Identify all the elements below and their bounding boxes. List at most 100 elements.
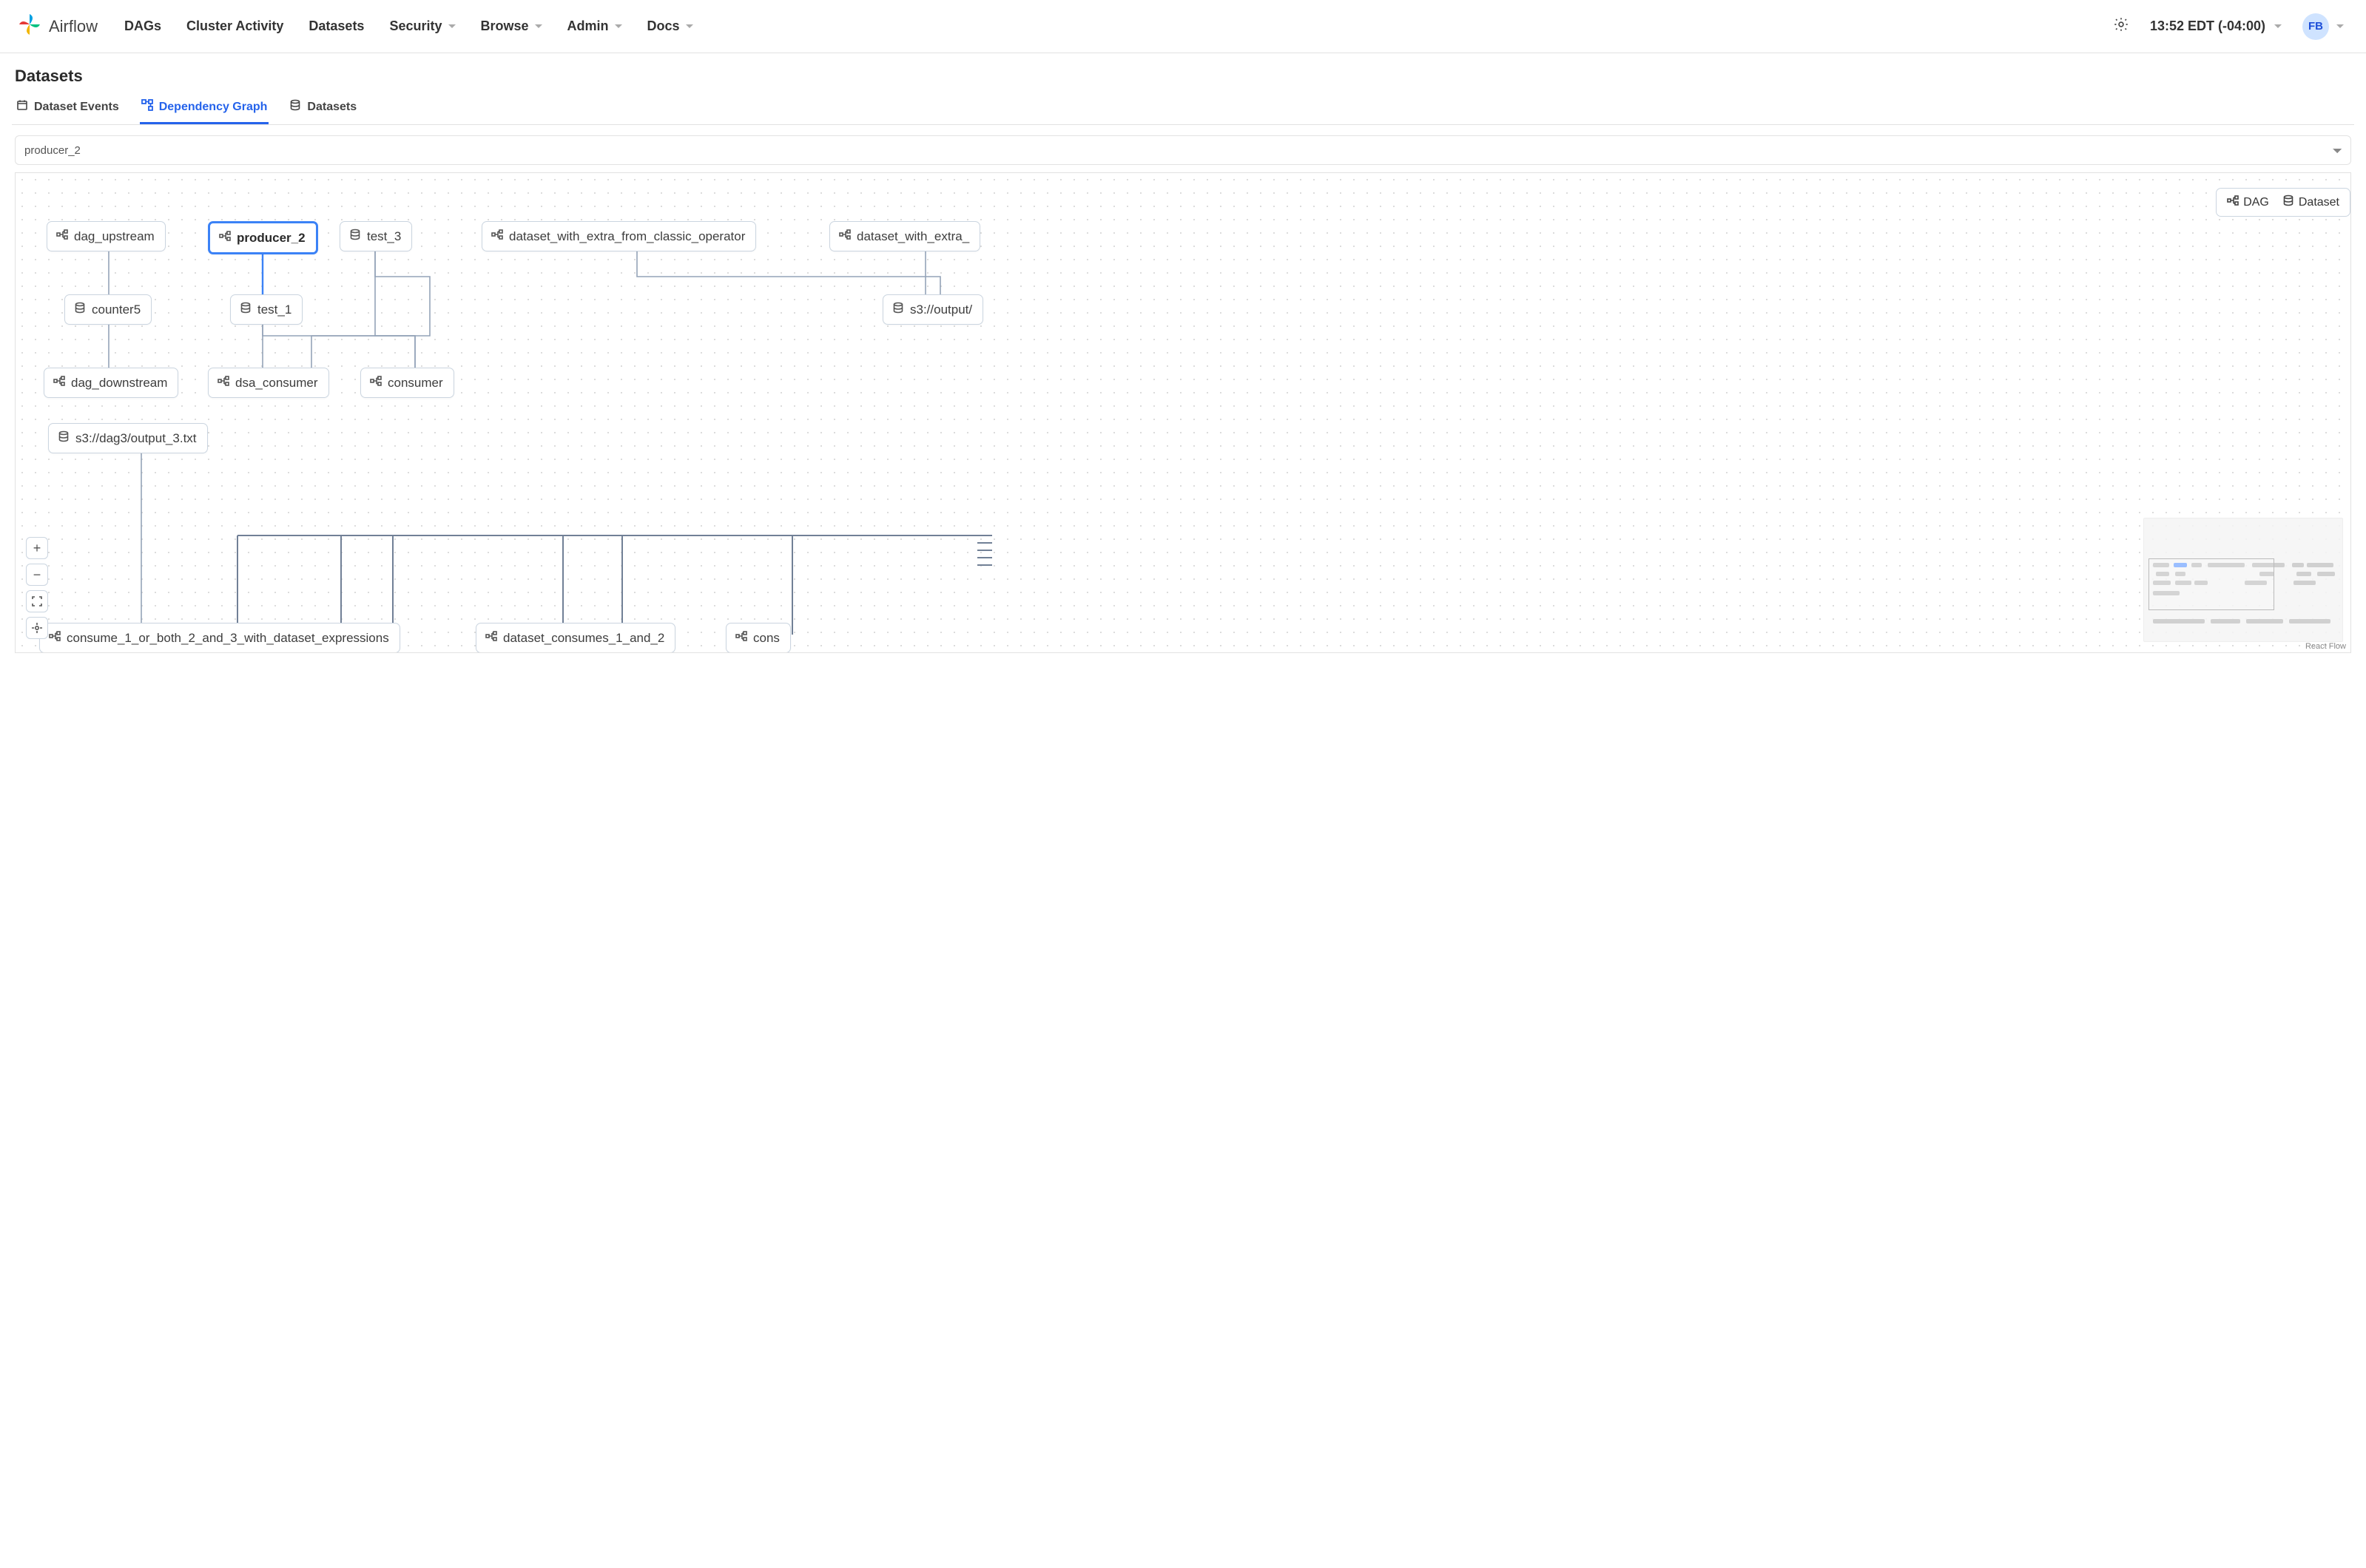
dag-icon	[735, 630, 747, 646]
tab-label: Datasets	[307, 101, 357, 114]
airflow-pinwheel-icon	[18, 13, 41, 40]
dag-icon	[219, 230, 231, 246]
node-s3_output[interactable]: s3://output/	[883, 294, 983, 325]
nav-right: 13:52 EDT (-04:00) FB	[2113, 13, 2344, 40]
node-label: dataset_consumes_1_and_2	[503, 631, 664, 646]
nav-item-docs[interactable]: Docs	[647, 18, 693, 34]
page-title: Datasets	[15, 67, 2354, 86]
nav-item-security[interactable]: Security	[389, 18, 455, 34]
db-icon	[2282, 195, 2294, 210]
brand[interactable]: Airflow	[18, 13, 98, 40]
node-consume_expr[interactable]: consume_1_or_both_2_and_3_with_dataset_e…	[39, 623, 400, 653]
gear-icon[interactable]	[2113, 16, 2129, 36]
node-label: s3://output/	[910, 303, 972, 317]
tab-dependency-graph[interactable]: Dependency Graph	[140, 93, 269, 124]
tabs: Dataset Events Dependency Graph Datasets	[12, 93, 2354, 125]
node-s3_dag3[interactable]: s3://dag3/output_3.txt	[48, 423, 208, 453]
user-avatar: FB	[2302, 13, 2329, 40]
node-label: s3://dag3/output_3.txt	[75, 431, 197, 446]
dag-icon	[49, 630, 61, 646]
dag-icon	[485, 630, 497, 646]
chevron-down-icon	[615, 24, 622, 28]
reactflow-attribution: React Flow	[2305, 642, 2346, 651]
legend-dag-label: DAG	[2243, 196, 2269, 209]
node-dag_downstream[interactable]: dag_downstream	[44, 368, 178, 398]
tab-label: Dataset Events	[34, 101, 119, 114]
chevron-down-icon	[2336, 24, 2344, 28]
legend-dag: DAG	[2227, 195, 2269, 210]
nav-item-label: Browse	[481, 18, 529, 34]
legend: DAG Dataset	[2216, 188, 2350, 217]
timezone-label: 13:52 EDT (-04:00)	[2150, 18, 2265, 34]
nav-item-label: Docs	[647, 18, 680, 34]
node-consumes_12[interactable]: dataset_consumes_1_and_2	[476, 623, 675, 653]
db-icon	[892, 302, 904, 317]
node-label: consumer	[388, 376, 443, 391]
nav-item-label: Datasets	[309, 18, 364, 34]
chevron-down-icon	[535, 24, 542, 28]
graph-canvas[interactable]: DAG Dataset dag_upstream producer_2 test…	[15, 172, 2351, 653]
nav-item-label: Admin	[567, 18, 609, 34]
dag-icon	[491, 229, 503, 244]
node-label: consume_1_or_both_2_and_3_with_dataset_e…	[67, 631, 389, 646]
node-label: test_3	[367, 229, 401, 244]
nav-item-label: DAGs	[124, 18, 161, 34]
node-label: counter5	[92, 303, 141, 317]
nav-item-admin[interactable]: Admin	[567, 18, 622, 34]
navbar: Airflow DAGs Cluster Activity Datasets Secu…	[0, 0, 2366, 53]
tab-datasets[interactable]: Datasets	[288, 93, 358, 124]
nav-item-dags[interactable]: DAGs	[124, 18, 161, 34]
nav-item-cluster-activity[interactable]: Cluster Activity	[186, 18, 283, 34]
dag-icon	[370, 375, 382, 391]
nav-item-browse[interactable]: Browse	[481, 18, 542, 34]
nav-item-label: Security	[389, 18, 442, 34]
brand-name: Airflow	[49, 17, 98, 36]
db-icon	[349, 229, 361, 244]
node-label: dataset_with_extra_	[857, 229, 969, 244]
db-icon	[240, 302, 252, 317]
tab-dataset-events[interactable]: Dataset Events	[15, 93, 121, 124]
timezone-selector[interactable]: 13:52 EDT (-04:00)	[2150, 18, 2282, 34]
nav-item-label: Cluster Activity	[186, 18, 283, 34]
legend-dataset-label: Dataset	[2299, 196, 2339, 209]
center-button[interactable]	[26, 617, 48, 639]
node-producer_2[interactable]: producer_2	[208, 221, 318, 254]
node-label: dag_downstream	[71, 376, 167, 391]
node-counter5[interactable]: counter5	[64, 294, 152, 325]
dag-icon	[2227, 195, 2239, 210]
node-dataset_classic[interactable]: dataset_with_extra_from_classic_operator	[482, 221, 756, 251]
zoom-in-button[interactable]: +	[26, 537, 48, 559]
node-dsa_consumer[interactable]: dsa_consumer	[208, 368, 329, 398]
node-label: dsa_consumer	[235, 376, 318, 391]
user-menu[interactable]: FB	[2302, 13, 2344, 40]
node-label: producer_2	[237, 231, 306, 246]
graph-icon	[141, 99, 153, 115]
node-test_3[interactable]: test_3	[340, 221, 412, 251]
tab-label: Dependency Graph	[159, 101, 268, 114]
fit-view-button[interactable]	[26, 590, 48, 612]
chevron-down-icon	[2274, 24, 2282, 28]
dag-icon	[218, 375, 229, 391]
selector-wrap: producer_2	[12, 125, 2354, 172]
minimap[interactable]	[2143, 518, 2343, 642]
db-icon	[74, 302, 86, 317]
zoom-out-button[interactable]: −	[26, 564, 48, 586]
nav-item-datasets[interactable]: Datasets	[309, 18, 364, 34]
node-consumer[interactable]: consumer	[360, 368, 454, 398]
node-consumes_cut[interactable]: cons	[726, 623, 791, 653]
node-label: cons	[753, 631, 780, 646]
dag-selector[interactable]: producer_2	[15, 135, 2351, 165]
node-dag_upstream[interactable]: dag_upstream	[47, 221, 166, 251]
page: Datasets Dataset Events Dependency Graph…	[0, 53, 2366, 653]
node-test_1[interactable]: test_1	[230, 294, 303, 325]
node-label: dataset_with_extra_from_classic_operator	[509, 229, 745, 244]
dag-icon	[56, 229, 68, 244]
zoom-controls: + −	[26, 537, 48, 639]
node-label: dag_upstream	[74, 229, 155, 244]
calendar-icon	[16, 99, 28, 115]
node-dataset_extra[interactable]: dataset_with_extra_	[829, 221, 980, 251]
chevron-down-icon	[448, 24, 456, 28]
nav-items: DAGs Cluster Activity Datasets Security Brow…	[124, 18, 693, 34]
node-label: test_1	[257, 303, 291, 317]
db-icon	[58, 430, 70, 446]
